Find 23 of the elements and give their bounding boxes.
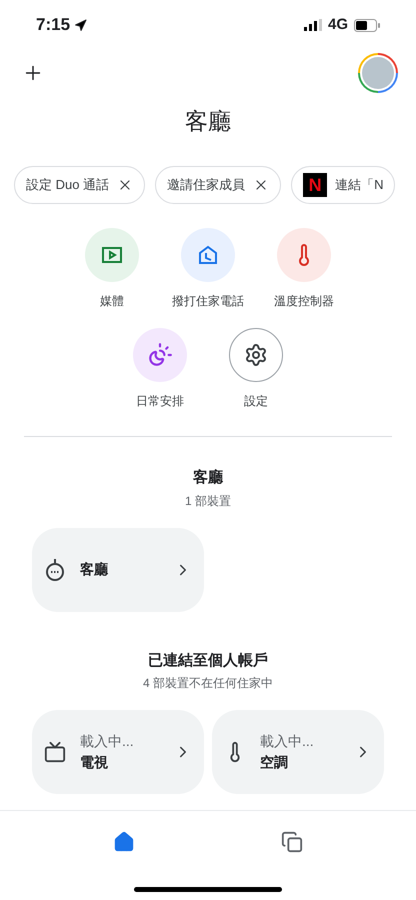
avatar[interactable] bbox=[358, 53, 398, 93]
suggestion-chip[interactable]: N 連結「N bbox=[291, 166, 396, 204]
tv-icon bbox=[44, 741, 66, 763]
suggestion-chip[interactable]: 邀請住家成員 bbox=[155, 166, 282, 204]
netflix-logo-icon: N bbox=[303, 173, 328, 197]
section-subtitle: 4 部裝置不在任何住家中 bbox=[142, 675, 274, 692]
section-subtitle: 1 部裝置 bbox=[184, 492, 232, 510]
suggestion-chip[interactable]: 設定 Duo 通話 bbox=[14, 166, 146, 204]
device-card[interactable]: 載入中... 空調 bbox=[212, 710, 384, 794]
status-time: 7:15 bbox=[36, 14, 70, 36]
device-card[interactable]: 客廳 bbox=[32, 528, 204, 612]
section-title: 已連結至個人帳戶 bbox=[147, 650, 269, 670]
battery-icon bbox=[354, 18, 380, 32]
location-arrow-icon bbox=[74, 18, 88, 32]
signal-icon bbox=[304, 19, 322, 31]
settings-icon bbox=[244, 343, 268, 367]
speaker-icon bbox=[44, 558, 66, 582]
network-label: 4G bbox=[328, 14, 348, 35]
device-card[interactable]: 載入中... 電視 bbox=[32, 710, 204, 794]
sun-moon-icon bbox=[147, 342, 173, 368]
page-title: 客廳 bbox=[184, 107, 232, 136]
section-title: 客廳 bbox=[192, 468, 224, 488]
house-phone-icon bbox=[196, 243, 220, 267]
